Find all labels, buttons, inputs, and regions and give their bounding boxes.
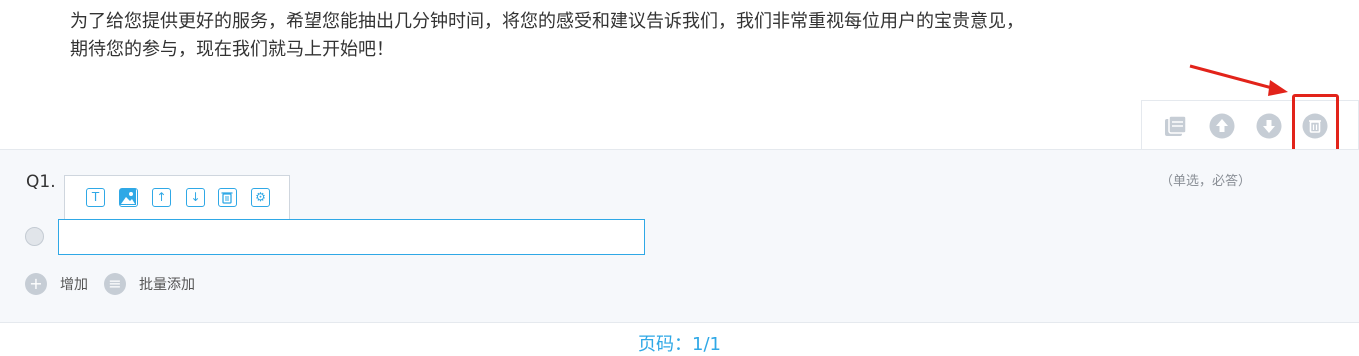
option-move-up-icon[interactable]: ↑	[152, 188, 171, 207]
page-indicator: 页码：1/1	[638, 334, 721, 355]
option-radio[interactable]	[25, 227, 44, 246]
add-option-label: 增加	[60, 277, 88, 293]
list-icon: ≡	[104, 273, 126, 295]
batch-add-button[interactable]: ≡ 批量添加	[104, 272, 195, 296]
move-up-icon[interactable]	[1209, 113, 1235, 139]
option-settings-icon[interactable]: ⚙	[251, 188, 270, 207]
copy-icon[interactable]	[1162, 113, 1188, 139]
intro-line-1: 为了给您提供更好的服务，希望您能抽出几分钟时间，将您的感受和建议告诉我们，我们非…	[70, 11, 1024, 32]
option-delete-icon[interactable]	[218, 188, 237, 207]
image-icon[interactable]	[119, 188, 138, 207]
add-option-button[interactable]: + 增加	[25, 272, 88, 296]
annotation-arrow	[1189, 64, 1288, 96]
batch-add-label: 批量添加	[139, 277, 195, 293]
intro-line-2: 期待您的参与，现在我们就马上开始吧！	[70, 39, 394, 60]
option-move-down-icon[interactable]: ↓	[186, 188, 205, 207]
question-hint: （单选，必答）	[1160, 174, 1252, 189]
plus-icon: +	[25, 273, 47, 295]
option-mini-toolbar: T ↑ ↓ ⚙	[64, 175, 290, 220]
survey-intro: 为了给您提供更好的服务，希望您能抽出几分钟时间，将您的感受和建议告诉我们，我们非…	[70, 8, 1170, 64]
text-format-icon[interactable]: T	[86, 188, 105, 207]
move-down-icon[interactable]	[1256, 113, 1282, 139]
question-number[interactable]: Q1.	[26, 172, 56, 192]
delete-highlight-box	[1292, 94, 1339, 157]
question-block: Q1. （单选，必答） T ↑ ↓ ⚙ + 增加 ≡ 批量添加	[0, 149, 1359, 323]
option-text-input[interactable]	[58, 219, 645, 255]
